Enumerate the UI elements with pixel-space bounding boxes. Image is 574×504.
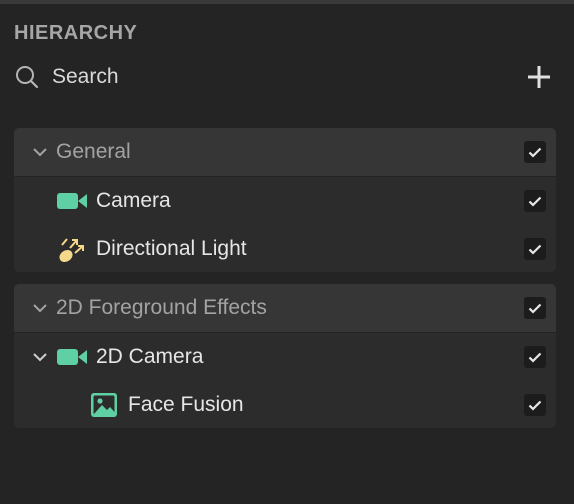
visibility-checkbox[interactable] [524,190,546,212]
search-input[interactable] [52,62,472,92]
image-icon [91,393,117,417]
check-icon [528,196,542,207]
hierarchy-panel: HIERARCHY General [0,0,574,504]
check-icon [528,400,542,411]
panel-title: HIERARCHY [14,22,138,44]
add-object-button[interactable] [524,62,554,92]
chevron-down-icon[interactable] [32,144,48,160]
hierarchy-item-camera[interactable]: Camera [14,177,556,225]
group-general: General Camera Directional Light [14,128,556,272]
visibility-checkbox[interactable] [524,297,546,319]
hierarchy-item-face-fusion[interactable]: Face Fusion [14,381,556,428]
visibility-checkbox[interactable] [524,141,546,163]
chevron-down-icon[interactable] [32,300,48,316]
item-label: Face Fusion [128,393,244,416]
directional-light-icon [59,238,84,263]
visibility-checkbox[interactable] [524,238,546,260]
group-label: 2D Foreground Effects [56,296,267,319]
item-label: Camera [96,189,171,212]
search-bar [14,60,558,94]
camera-icon [57,193,87,209]
camera-icon [57,349,87,365]
item-label: Directional Light [96,237,247,260]
visibility-checkbox[interactable] [524,346,546,368]
plus-icon [528,66,550,88]
group-label: General [56,140,131,163]
check-icon [528,147,542,158]
check-icon [528,352,542,363]
group-header-2d-foreground-effects[interactable]: 2D Foreground Effects [14,284,556,333]
search-icon [16,66,39,89]
visibility-checkbox[interactable] [524,394,546,416]
top-divider [0,0,574,4]
hierarchy-item-2d-camera[interactable]: 2D Camera [14,333,556,381]
hierarchy-item-directional-light[interactable]: Directional Light [14,225,556,272]
check-icon [528,244,542,255]
group-2d-foreground-effects: 2D Foreground Effects 2D Camera Face Fus… [14,284,556,428]
group-header-general[interactable]: General [14,128,556,177]
check-icon [528,303,542,314]
item-label: 2D Camera [96,345,204,368]
chevron-down-icon[interactable] [32,349,48,365]
